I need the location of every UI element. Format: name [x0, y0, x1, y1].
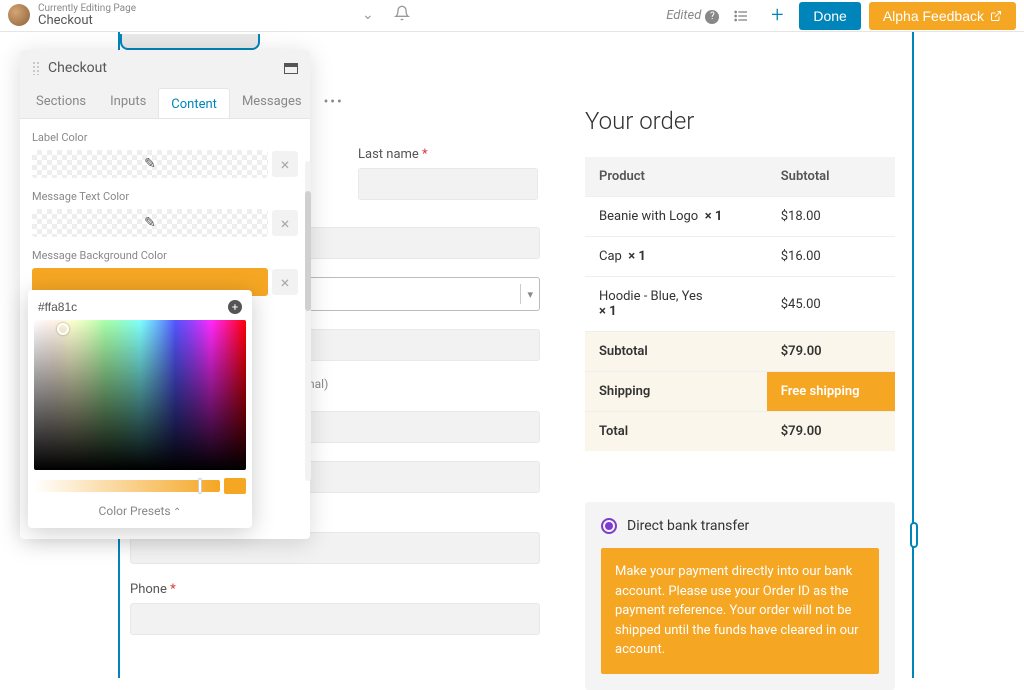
color-preview	[224, 478, 246, 494]
feedback-button[interactable]: Alpha Feedback	[869, 2, 1016, 30]
header-product: Product	[585, 157, 767, 197]
add-preset-icon[interactable]: +	[228, 300, 242, 314]
done-button[interactable]: Done	[799, 2, 860, 30]
bell-icon[interactable]	[394, 5, 410, 25]
clear-label-color[interactable]: ×	[272, 151, 298, 177]
tab-messages[interactable]: Messages	[230, 86, 314, 118]
table-row: Hoodie - Blue, Yes× 1 $45.00	[585, 277, 895, 332]
radio-icon	[601, 518, 617, 534]
optional-hint: nal)	[308, 377, 328, 391]
msg-text-color-label: Message Text Color	[32, 190, 298, 203]
external-link-icon	[990, 10, 1002, 22]
tab-more-icon[interactable]: •••	[314, 86, 354, 118]
edited-status: Edited?	[666, 7, 719, 24]
tab-sections[interactable]: Sections	[24, 86, 98, 118]
hue-handle[interactable]	[198, 478, 202, 494]
payment-message: Make your payment directly into our bank…	[601, 548, 879, 674]
add-icon[interactable]: +	[763, 2, 791, 30]
msg-bg-color-label: Message Background Color	[32, 249, 298, 262]
hue-slider[interactable]	[34, 480, 220, 492]
color-cursor[interactable]	[57, 323, 69, 335]
order-table: Product Subtotal Beanie with Logo × 1 $1…	[585, 157, 895, 451]
feedback-label: Alpha Feedback	[883, 8, 984, 24]
topbar-right: Edited? + Done Alpha Feedback	[666, 2, 1016, 30]
payment-method-radio[interactable]: Direct bank transfer	[601, 518, 879, 534]
last-name-input[interactable]	[358, 168, 538, 200]
tab-inputs[interactable]: Inputs	[98, 86, 158, 118]
clear-msg-bg-color[interactable]: ×	[272, 269, 298, 295]
header-subtotal: Subtotal	[767, 157, 895, 197]
color-presets-toggle[interactable]: Color Presets	[34, 494, 246, 522]
hex-input[interactable]	[38, 300, 228, 314]
color-area[interactable]	[34, 320, 246, 470]
app-logo-icon	[8, 4, 30, 26]
outline-icon[interactable]	[727, 2, 755, 30]
panel-header[interactable]: Checkout	[20, 50, 310, 86]
window-icon[interactable]	[284, 63, 298, 74]
phone-label: Phone *	[130, 582, 540, 597]
resize-handle[interactable]	[910, 522, 918, 548]
label-color-swatch[interactable]: ✎	[32, 150, 268, 178]
order-summary: Your order Product Subtotal Beanie with …	[585, 107, 895, 451]
page-title: Checkout	[38, 14, 136, 28]
clear-msg-text-color[interactable]: ×	[272, 210, 298, 236]
last-name-label: Last name *	[358, 147, 538, 162]
msg-text-color-swatch[interactable]: ✎	[32, 209, 268, 237]
phone-input[interactable]	[130, 603, 540, 635]
topbar-left: Currently Editing Page Checkout ⌄	[8, 3, 666, 28]
table-row: Beanie with Logo × 1 $18.00	[585, 197, 895, 237]
total-row: Total $79.00	[585, 412, 895, 452]
page-meta: Currently Editing Page Checkout	[38, 3, 136, 28]
chevron-down-icon[interactable]: ⌄	[362, 7, 374, 23]
tab-content[interactable]: Content	[158, 88, 230, 118]
scrollbar-thumb[interactable]	[305, 191, 311, 311]
table-header-row: Product Subtotal	[585, 157, 895, 197]
label-color-label: Label Color	[32, 131, 298, 144]
guide-right	[912, 32, 914, 678]
help-icon[interactable]: ?	[705, 10, 719, 24]
eyedropper-icon: ✎	[144, 215, 156, 231]
subtotal-row: Subtotal $79.00	[585, 332, 895, 372]
panel-tabs: Sections Inputs Content Messages •••	[20, 86, 310, 119]
table-row: Cap × 1 $16.00	[585, 237, 895, 277]
top-bar: Currently Editing Page Checkout ⌄ Edited…	[0, 0, 1024, 32]
color-picker: + Color Presets	[28, 290, 252, 528]
eyedropper-icon: ✎	[144, 156, 156, 172]
panel-title: Checkout	[48, 60, 284, 76]
order-title: Your order	[585, 107, 895, 135]
payment-method-label: Direct bank transfer	[627, 518, 749, 534]
payment-box: Direct bank transfer Make your payment d…	[585, 502, 895, 690]
drag-handle-icon[interactable]	[32, 61, 40, 75]
shipping-row: Shipping Free shipping	[585, 372, 895, 412]
